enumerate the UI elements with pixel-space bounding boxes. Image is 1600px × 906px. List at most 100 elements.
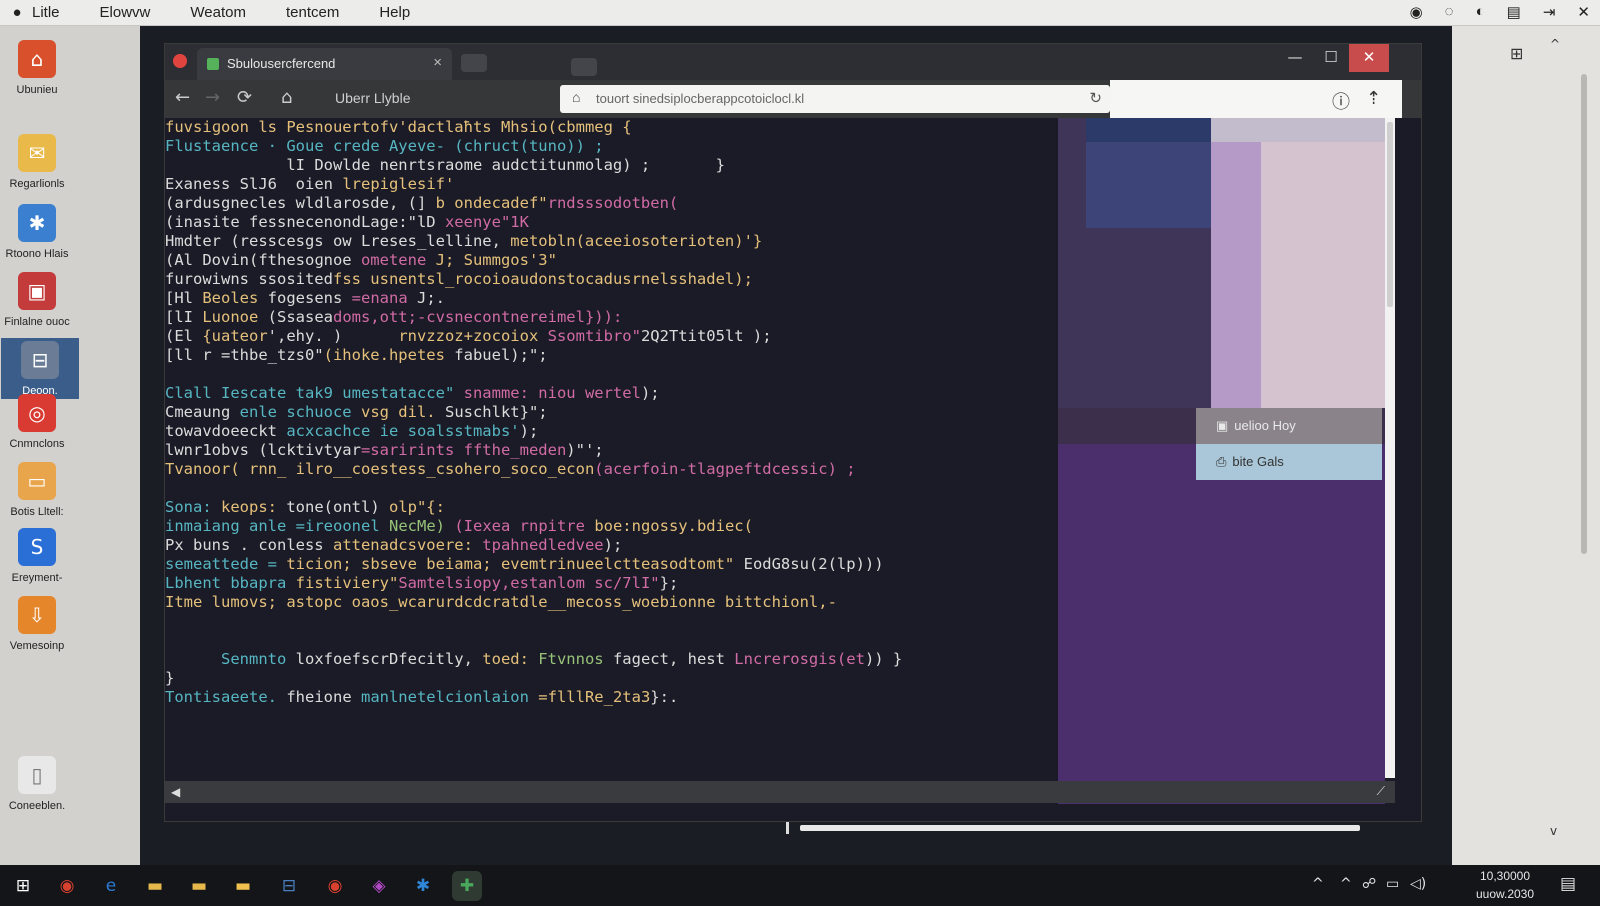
editor-scroll-thumb[interactable]: [1387, 122, 1393, 307]
tray-volume-icon[interactable]: ◁): [1410, 876, 1426, 892]
code-token: lI: [165, 156, 315, 174]
scroll-left-icon[interactable]: ◀: [171, 785, 180, 799]
forward-button[interactable]: →: [205, 87, 220, 108]
desktop-icon-1[interactable]: ⌂ Ubunieu: [0, 40, 74, 96]
desktop-icon-9[interactable]: ⇩ Vemesoinp: [0, 596, 74, 652]
apple-icon[interactable]: ●: [2, 4, 32, 21]
desktop-app-icon: ⇩: [18, 596, 56, 634]
code-token: fagect, hest: [612, 650, 735, 668]
code-token: fuvsiɡoon ls Pesnouertofv'dactlaħts: [165, 118, 501, 136]
code-token: }:.: [650, 688, 679, 706]
desktop-icon-7[interactable]: ▭ Botis Lltell:: [0, 462, 74, 518]
context-menu-item-1[interactable]: ▣ uelioo Hoy: [1196, 408, 1382, 444]
grid-icon[interactable]: ⊞: [1510, 44, 1523, 63]
code-token: tpahnedledvee: [482, 536, 604, 554]
code-line: [Hl Beoles fogesens =enana J;.: [165, 289, 1058, 308]
share-icon[interactable]: ⇡: [1366, 88, 1381, 109]
desktop-icon-label: Regarlionls: [9, 178, 65, 190]
menu-item-elowvw[interactable]: Elowvw: [100, 4, 151, 21]
code-line: Exaness SlJ6 oien lrepiglesif': [165, 175, 1058, 194]
status-icon-1[interactable]: ◉: [1410, 3, 1423, 21]
home-button[interactable]: ⌂: [281, 87, 292, 108]
code-token: Luonoe: [202, 308, 268, 326]
code-token: fheione: [286, 688, 361, 706]
code-token: acxcachce ie soalsstmabs': [286, 422, 520, 440]
status-icon-2[interactable]: ◌: [1445, 3, 1454, 21]
info-icon[interactable]: ⓘ: [1332, 88, 1350, 114]
close-window-button[interactable]: ✕: [1349, 44, 1389, 72]
status-icon-5[interactable]: ⇥: [1543, 3, 1556, 21]
code-line: lI Dowlde nenrtsraome audctitunmolag) ; …: [165, 156, 1058, 175]
code-line: [lI Luonoe (Ssaseadoms,ott;-cvsnecontner…: [165, 308, 1058, 327]
tray-network-icon[interactable]: ☍: [1362, 876, 1376, 892]
extension-area: ⓘ ⇡: [1110, 80, 1402, 118]
desktop-icon-8[interactable]: S Ereyment-: [0, 528, 74, 584]
windows-start-icon[interactable]: ⊞: [8, 871, 38, 901]
menu-item-litle[interactable]: Litle: [32, 4, 60, 21]
desktop-icon-label: Vemesoinp: [9, 640, 65, 652]
desktop-scrollbar-thumb[interactable]: [1581, 74, 1587, 554]
chrome-icon-2[interactable]: ◉: [320, 871, 350, 901]
code-token: rnvzzoz+zocoiox: [398, 327, 548, 345]
address-bar[interactable]: ⌂ touort sinedsiplocberappcotoiclocl.kl …: [560, 85, 1110, 113]
folder-icon-3[interactable]: ▬: [228, 871, 258, 901]
puzzle-icon[interactable]: ✚: [452, 871, 482, 901]
desktop-icon-2[interactable]: ✉ Regarlionls: [0, 134, 74, 190]
desktop-icon-3[interactable]: ✱ Rtoono Hlais: [0, 204, 74, 260]
code-token: =ireoonel: [295, 517, 389, 535]
code-token: Hmdter (resscesgs ow Lreses_lelline,: [165, 232, 511, 250]
desktop-icon-label: Rtoono Hlais: [5, 248, 69, 260]
inactive-tab[interactable]: [571, 58, 597, 76]
record-icon[interactable]: [173, 54, 187, 68]
back-button[interactable]: ←: [175, 87, 190, 108]
active-tab[interactable]: Sbulousercfercend ×: [197, 48, 452, 80]
tray-up-icon[interactable]: ^: [1340, 876, 1352, 892]
desktop-icon-4[interactable]: ▣ Finlalne ouoc: [0, 272, 74, 328]
code-token: Suschlkt: [444, 403, 520, 421]
url-text[interactable]: touort sinedsiplocberappcotoiclocl.kl: [596, 91, 804, 106]
new-tab-button[interactable]: [461, 54, 487, 72]
code-token: ometene: [360, 251, 436, 269]
clock[interactable]: 10,30000 uuow.2030: [1470, 867, 1540, 903]
scroll-down-icon[interactable]: v: [1550, 824, 1557, 838]
folder-icon-2[interactable]: ▬: [184, 871, 214, 901]
context-menu-item-2[interactable]: ⎙ bite Gals: [1196, 444, 1382, 480]
desktop-icon-6[interactable]: ◎ Cnmnclons: [0, 394, 74, 450]
maximize-button[interactable]: ☐: [1311, 44, 1351, 72]
desktop-app-icon: ⊟: [21, 341, 59, 379]
menu-item-help[interactable]: Help: [379, 4, 410, 21]
code-token: evemtrinueelctteasodtomt": [500, 555, 744, 573]
reload-button[interactable]: ⟳: [237, 87, 252, 108]
code-editor[interactable]: fuvsiɡoon ls Pesnouertofv'dactlaħts Mhsi…: [165, 118, 1058, 808]
edge-icon[interactable]: e: [96, 871, 126, 901]
scroll-up-icon[interactable]: ^: [1550, 37, 1560, 51]
tray-chevron-icon[interactable]: ^: [1312, 876, 1324, 892]
editor-vertical-scrollbar[interactable]: [1385, 118, 1395, 778]
desktop-icon-5[interactable]: ⊟ Deoon.: [1, 338, 79, 399]
status-icon-4[interactable]: ▤: [1507, 3, 1521, 21]
code-token: doms,ott;-cvsnecontnereimel})):: [332, 308, 623, 326]
resize-handle-icon[interactable]: ⟋: [1377, 784, 1385, 799]
folder-icon[interactable]: ▬: [140, 871, 170, 901]
tab-close-icon[interactable]: ×: [433, 54, 442, 71]
address-reload-icon[interactable]: ↻: [1089, 89, 1102, 107]
chrome-icon[interactable]: ◉: [52, 871, 82, 901]
code-token: }: [165, 669, 175, 687]
notification-icon[interactable]: ▤: [1560, 874, 1576, 894]
code-line: (Al Dovin(fthesoɡnoe ometene J; Summgos'…: [165, 251, 1058, 270]
tray-display-icon[interactable]: ▭: [1386, 876, 1399, 892]
menu-item-tentcem[interactable]: tentcem: [286, 4, 339, 21]
store-icon[interactable]: ✱: [408, 871, 438, 901]
status-icon-6[interactable]: ✕: [1577, 3, 1590, 21]
minimize-button[interactable]: —: [1275, 44, 1315, 72]
menu-item-weatom[interactable]: Weatom: [190, 4, 246, 21]
editor-horizontal-scrollbar[interactable]: ◀ ⟋: [165, 781, 1395, 803]
paint-icon[interactable]: ◈: [364, 871, 394, 901]
desktop-icon-10[interactable]: ▯ Coneeblen.: [0, 756, 74, 812]
status-icon-3[interactable]: ◐: [1476, 3, 1485, 21]
explorer-icon[interactable]: ⊟: [274, 871, 304, 901]
desktop-app-icon: ▣: [18, 272, 56, 310]
code-token: Goue crede Ayeve- (chruct(tuno)) ;: [286, 137, 604, 155]
desktop-scrollbar[interactable]: [1578, 64, 1590, 844]
taskbar: ⊞ ◉ e ▬ ▬ ▬ ⊟ ◉ ◈ ✱ ✚ ^ ^ ☍ ▭ ◁) 10,30000 uuow.20…: [0, 865, 1600, 906]
